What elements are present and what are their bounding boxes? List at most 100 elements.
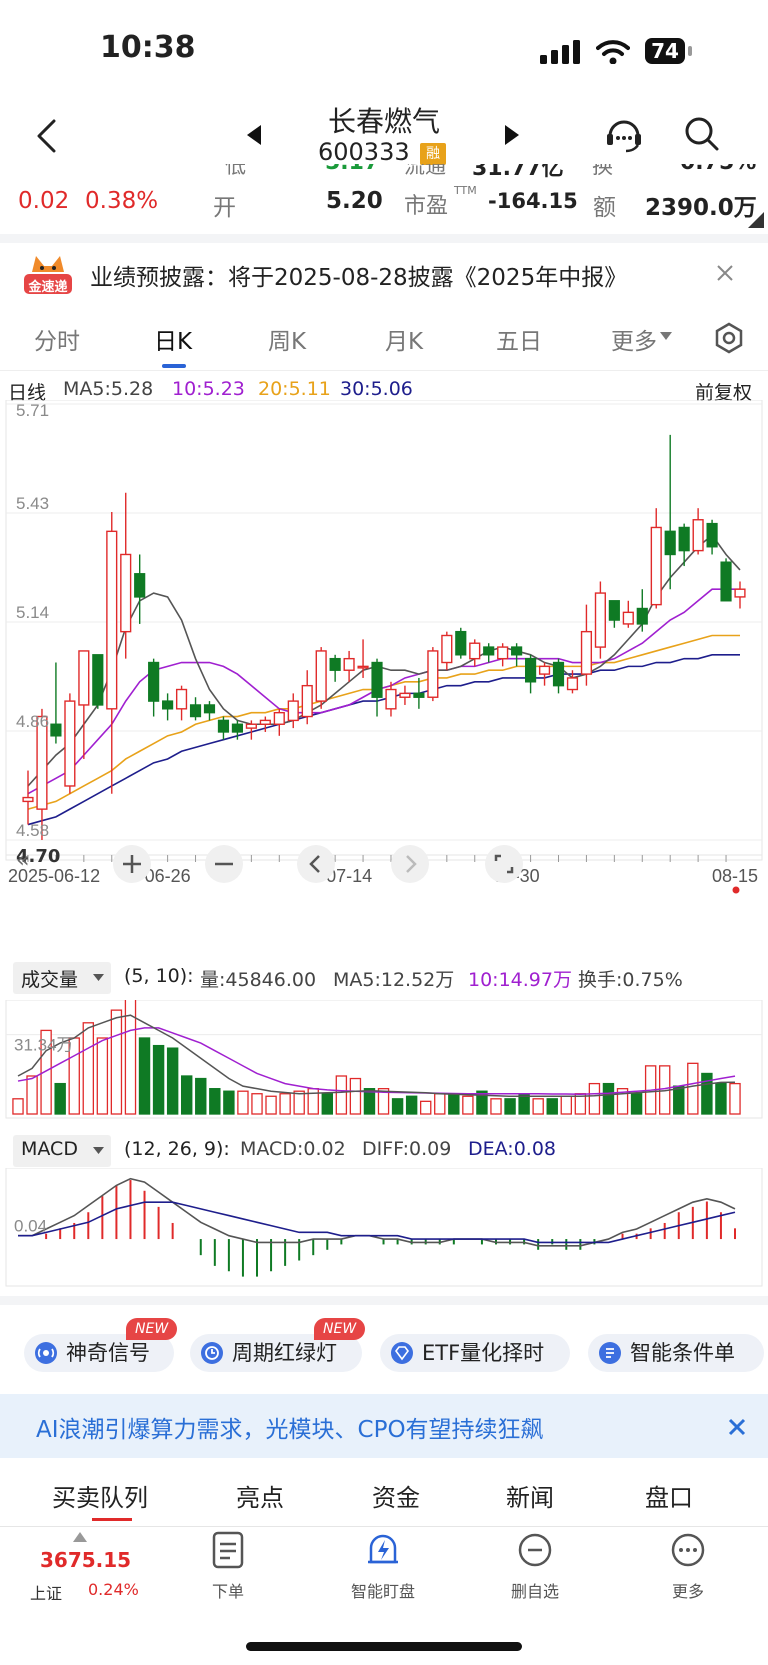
active-tab-underline bbox=[92, 1518, 132, 1521]
expand-corner-icon[interactable] bbox=[748, 212, 764, 228]
chevron-down-icon bbox=[93, 1147, 104, 1154]
candle-body bbox=[371, 661, 383, 698]
kline-y-tick: 5.71 bbox=[16, 401, 49, 420]
volume-bar bbox=[321, 1093, 334, 1115]
ma30-label: 30:5.06 bbox=[340, 378, 413, 400]
macd-chart[interactable]: 0.04 bbox=[0, 1168, 768, 1290]
close-icon[interactable] bbox=[728, 1418, 746, 1436]
ma5-label: MA5:5.28 bbox=[63, 378, 154, 400]
tab-order-book[interactable]: 盘口 bbox=[645, 1478, 693, 1513]
fullscreen-icon[interactable] bbox=[484, 844, 524, 884]
chip-smart-order[interactable]: 智能条件单 bbox=[588, 1334, 764, 1372]
current-day-dot bbox=[732, 886, 740, 894]
diamond-icon bbox=[391, 1342, 413, 1364]
chip-etf-timing[interactable]: ETF量化择时 bbox=[380, 1334, 570, 1372]
candle-body bbox=[50, 723, 62, 737]
chip-label: ETF量化择时 bbox=[422, 1341, 545, 1365]
volume-value: 量:45846.00 bbox=[200, 969, 317, 991]
index-change: 0.24% bbox=[88, 1580, 139, 1599]
turnover-rate: 换手:0.75% bbox=[578, 969, 683, 991]
close-icon[interactable] bbox=[716, 264, 734, 282]
index-value[interactable]: 3675.15 bbox=[40, 1548, 131, 1572]
active-tab-underline bbox=[162, 364, 186, 368]
price-change-pct: 0.38% bbox=[85, 188, 159, 214]
volume-bar bbox=[560, 1095, 573, 1115]
search-icon[interactable] bbox=[684, 116, 720, 152]
notice-text[interactable]: 业绩预披露：将于2025-08-28披露《2025年中报》 bbox=[90, 258, 627, 292]
next-stock-icon[interactable] bbox=[503, 124, 521, 146]
volume-bar bbox=[462, 1095, 474, 1115]
candle-body bbox=[525, 657, 537, 683]
candle-body bbox=[608, 600, 620, 621]
macd-params: (12, 26, 9): bbox=[124, 1138, 230, 1160]
status-time: 10:38 bbox=[100, 30, 196, 65]
bell-lightning-icon bbox=[368, 1534, 398, 1564]
kline-chart[interactable]: 5.715.435.144.864.58 2025-06-12 06-26 07-1… bbox=[0, 400, 768, 920]
volume-chart[interactable]: 31.34万 bbox=[0, 1000, 768, 1122]
tab-order-queue[interactable]: 买卖队列 bbox=[52, 1478, 148, 1513]
candle-body bbox=[427, 650, 439, 698]
chip-label: 智能条件单 bbox=[630, 1341, 735, 1365]
ma10-label: 10:5.23 bbox=[172, 378, 245, 400]
tab-daily-k[interactable]: 日K bbox=[154, 322, 192, 356]
candle-body bbox=[217, 719, 230, 733]
zoom-out-icon[interactable] bbox=[204, 844, 244, 884]
tab-highlights[interactable]: 亮点 bbox=[236, 1478, 284, 1513]
news-banner-text: AI浪潮引爆算力需求，光模块、CPO有望持续狂飙 bbox=[36, 1417, 544, 1443]
amount-label: 额 bbox=[593, 195, 616, 221]
signal-icon bbox=[35, 1342, 57, 1364]
tab-weekly-k[interactable]: 周K bbox=[268, 322, 306, 356]
volume-bar bbox=[265, 1095, 277, 1115]
chevron-down-icon[interactable] bbox=[660, 332, 672, 342]
volume-bar bbox=[82, 1022, 95, 1115]
kline-ma30-line bbox=[27, 653, 740, 826]
volume-bar bbox=[237, 1090, 249, 1115]
candle-body bbox=[622, 611, 634, 625]
settings-hex-icon[interactable] bbox=[713, 322, 745, 354]
kline-y-tick: 5.14 bbox=[16, 603, 49, 622]
volume-selector[interactable]: 成交量 bbox=[13, 962, 111, 994]
tab-news[interactable]: 新闻 bbox=[506, 1478, 554, 1513]
volume-bar bbox=[715, 1082, 727, 1115]
kline-y-tick: 4.58 bbox=[16, 821, 49, 840]
customer-service-icon[interactable] bbox=[604, 114, 644, 154]
rewind-icon[interactable]: « bbox=[16, 848, 46, 880]
macd-value: MACD:0.02 bbox=[240, 1138, 346, 1160]
volume-bar bbox=[223, 1090, 235, 1115]
candle-body bbox=[329, 657, 341, 671]
volume-bar bbox=[96, 1037, 109, 1115]
scroll-left-icon[interactable] bbox=[296, 844, 336, 884]
candle-body bbox=[315, 650, 327, 702]
volume-bar bbox=[209, 1088, 221, 1115]
macd-selector[interactable]: MACD bbox=[13, 1135, 111, 1167]
float-value: 31.77亿 bbox=[472, 164, 564, 181]
wifi-icon bbox=[596, 40, 630, 64]
candle-body bbox=[22, 796, 34, 803]
volume-bar bbox=[293, 1090, 305, 1115]
scroll-right-icon[interactable] bbox=[390, 844, 430, 884]
volume-bar bbox=[630, 1093, 643, 1115]
minus-circle-icon bbox=[518, 1533, 552, 1567]
new-badge: NEW bbox=[126, 1318, 178, 1340]
battery-level: 74 bbox=[645, 38, 685, 64]
tab-intraday[interactable]: 分时 bbox=[34, 322, 80, 356]
tab-five-day[interactable]: 五日 bbox=[496, 322, 542, 356]
tab-monthly-k[interactable]: 月K bbox=[385, 322, 423, 356]
news-banner[interactable]: AI浪潮引爆算力需求，光模块、CPO有望持续狂飙 bbox=[0, 1394, 768, 1458]
candle-body bbox=[636, 607, 648, 625]
candle-body bbox=[552, 661, 565, 687]
volume-bar bbox=[602, 1082, 615, 1115]
candle-body bbox=[301, 684, 313, 718]
zoom-in-icon[interactable] bbox=[112, 844, 152, 884]
volume-bar bbox=[588, 1082, 601, 1115]
nav-label: 更多 bbox=[671, 1582, 704, 1601]
pe-label: 市盈 bbox=[404, 194, 449, 219]
candle-body bbox=[483, 646, 495, 656]
volume-bar bbox=[729, 1082, 741, 1115]
volume-bar bbox=[251, 1093, 263, 1115]
volume-bar bbox=[195, 1077, 207, 1115]
volume-bar bbox=[26, 1075, 38, 1115]
candle-body bbox=[692, 519, 704, 552]
tab-capital[interactable]: 资金 bbox=[372, 1478, 420, 1513]
tab-more[interactable]: 更多 bbox=[611, 322, 657, 356]
